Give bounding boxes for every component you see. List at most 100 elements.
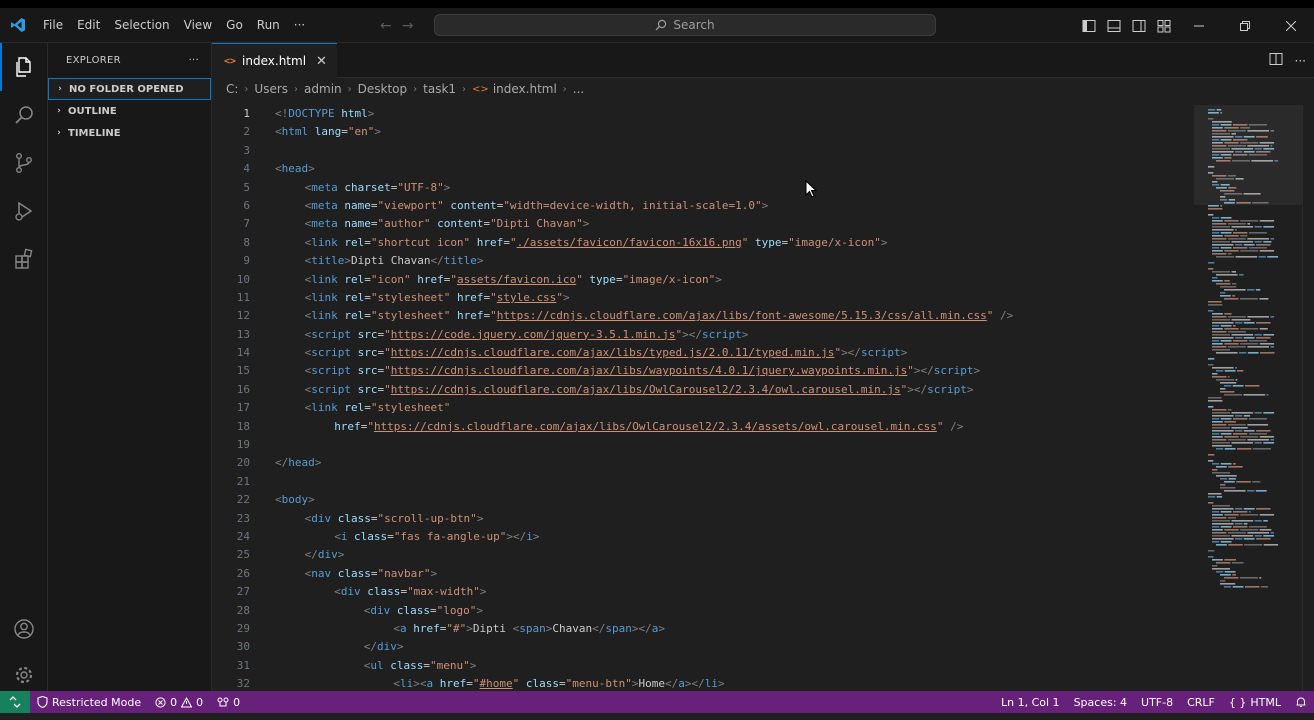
code-line[interactable]: 11 <link rel="stylesheet" href="style.css… xyxy=(212,289,1192,307)
code-line[interactable]: 25 </div> xyxy=(212,546,1192,564)
code-line[interactable]: 3 xyxy=(212,142,1192,160)
code-line[interactable]: 21 xyxy=(212,473,1192,491)
code-line[interactable]: 19 xyxy=(212,436,1192,454)
code-line[interactable]: 5 <meta charset="UTF-8"> xyxy=(212,179,1192,197)
breadcrumb-item[interactable]: ... xyxy=(573,82,584,96)
cursor-position[interactable]: Ln 1, Col 1 xyxy=(994,691,1067,713)
editor-more-actions-icon[interactable]: ··· xyxy=(1295,54,1306,68)
code-token: > xyxy=(562,290,570,304)
minimap-line xyxy=(1224,529,1239,531)
code-line[interactable]: 1 <!DOCTYPE html> xyxy=(212,105,1192,123)
code-token: content xyxy=(430,217,484,231)
code-line[interactable]: 12 <link rel="stylesheet" href="https://c… xyxy=(212,307,1192,325)
command-center-search[interactable]: Search xyxy=(434,14,936,36)
run-and-debug-icon[interactable] xyxy=(0,187,48,235)
code-line[interactable]: 15 <script src="https://cdnjs.cloudflare.… xyxy=(212,362,1192,380)
code-line[interactable]: 6 <meta name="viewport" content="width=de… xyxy=(212,197,1192,215)
breadcrumb-item[interactable]: index.html xyxy=(493,82,557,96)
code-line[interactable]: 31 <ul class="menu"> xyxy=(212,657,1192,675)
menu-go[interactable]: Go xyxy=(219,14,250,36)
accounts-icon[interactable] xyxy=(0,605,48,653)
code-token: > xyxy=(479,585,487,599)
menu-file[interactable]: File xyxy=(36,14,70,36)
code-token: script xyxy=(860,346,901,360)
code-token: script xyxy=(311,346,351,360)
search-view-icon[interactable] xyxy=(0,91,48,139)
vscode-logo-icon[interactable] xyxy=(0,8,36,43)
language-mode[interactable]: { } HTML xyxy=(1222,691,1288,713)
code-line[interactable]: 10 <link rel="icon" href="assets/favicon.… xyxy=(212,271,1192,289)
code-line[interactable]: 16 <script src="https://cdnjs.cloudflare.… xyxy=(212,381,1192,399)
encoding[interactable]: UTF-8 xyxy=(1134,691,1180,713)
code-line[interactable]: 23 <div class="scroll-up-btn"> xyxy=(212,510,1192,528)
source-control-icon[interactable] xyxy=(0,139,48,187)
problems-indicator[interactable]: 0 0 xyxy=(148,691,210,713)
end-of-line[interactable]: CRLF xyxy=(1180,691,1222,713)
code-token: > xyxy=(443,180,451,194)
explorer-icon[interactable] xyxy=(0,43,48,91)
code-line[interactable]: 2 <html lang="en"> xyxy=(212,123,1192,141)
forward-arrow-icon[interactable]: → xyxy=(402,18,414,34)
code-line[interactable]: 7 <meta name="author" content="Dipti Chav… xyxy=(212,215,1192,233)
breadcrumb-item[interactable]: Desktop xyxy=(358,82,408,96)
minimap-line xyxy=(1220,511,1232,513)
code-line[interactable]: 17 <link rel="stylesheet" xyxy=(212,399,1192,417)
toggle-primary-sidebar-icon[interactable] xyxy=(1076,8,1101,43)
remote-indicator-icon[interactable] xyxy=(0,691,30,713)
code-line[interactable]: 22 <body> xyxy=(212,491,1192,509)
back-arrow-icon[interactable]: ← xyxy=(380,18,392,34)
minimap[interactable] xyxy=(1194,105,1302,691)
code-line[interactable]: 9 <title>Dipti Chavan</title> xyxy=(212,252,1192,270)
customize-layout-icon[interactable] xyxy=(1151,8,1176,43)
code-line[interactable]: 30 </div> xyxy=(212,638,1192,656)
minimap-line xyxy=(1263,241,1272,243)
code-token: = xyxy=(615,272,623,286)
code-line[interactable]: 26 <nav class="navbar"> xyxy=(212,565,1192,583)
code-line[interactable]: 4 <head> xyxy=(212,160,1192,178)
section-outline[interactable]: › OUTLINE xyxy=(48,100,211,122)
code-editor[interactable]: 1 <!DOCTYPE html> 2 <html lang="en"> 3 4 <head… xyxy=(212,105,1192,691)
code-line[interactable]: 32 <li><a href="#home" class="menu-btn">H… xyxy=(212,675,1192,691)
close-tab-icon[interactable]: ✕ xyxy=(316,54,327,69)
code-line[interactable]: 28 <div class="logo"> xyxy=(212,602,1192,620)
toggle-secondary-sidebar-icon[interactable] xyxy=(1126,8,1151,43)
close-window-icon[interactable] xyxy=(1268,8,1314,43)
code-token: "image/x-icon" xyxy=(788,235,881,249)
section-timeline[interactable]: › TIMELINE xyxy=(48,122,211,144)
minimap-line xyxy=(1224,436,1239,438)
restricted-mode-indicator[interactable]: Restricted Mode xyxy=(30,691,148,713)
code-line[interactable]: 13 <script src="https://code.jquery.com/j… xyxy=(212,326,1192,344)
breadcrumb-item[interactable]: admin xyxy=(304,82,342,96)
menu-edit[interactable]: Edit xyxy=(70,14,107,36)
menu-run[interactable]: Run xyxy=(250,14,287,36)
breadcrumb-item[interactable]: task1 xyxy=(423,82,456,96)
menu-selection[interactable]: Selection xyxy=(107,14,176,36)
vertical-scrollbar[interactable] xyxy=(1302,105,1314,691)
minimize-icon[interactable] xyxy=(1176,8,1222,43)
breadcrumb-item[interactable]: C: xyxy=(226,82,238,96)
breadcrumb-item[interactable]: Users xyxy=(254,82,288,96)
extensions-icon[interactable] xyxy=(0,235,48,283)
menu-more[interactable]: ··· xyxy=(287,14,312,36)
tab-index-html[interactable]: <> index.html ✕ xyxy=(212,43,337,78)
ports-indicator[interactable]: 0 xyxy=(210,691,247,713)
minimap-line xyxy=(1243,322,1255,324)
toggle-panel-icon[interactable] xyxy=(1101,8,1126,43)
code-line[interactable]: 29 <a href="#">Dipti <span>Chavan</span><… xyxy=(212,620,1192,638)
notifications-bell-icon[interactable] xyxy=(1288,691,1314,713)
code-line[interactable]: 8 <link rel="shortcut icon" href="./asset… xyxy=(212,234,1192,252)
restore-icon[interactable] xyxy=(1222,8,1268,43)
code-line[interactable]: 18 href="https://cdnjs.cloudflare.com/aja… xyxy=(212,418,1192,436)
line-source: <!DOCTYPE html> xyxy=(275,105,374,123)
code-line[interactable]: 24 <i class="fas fa-angle-up"></i> xyxy=(212,528,1192,546)
indentation[interactable]: Spaces: 4 xyxy=(1067,691,1134,713)
code-line[interactable]: 27 <div class="max-width"> xyxy=(212,583,1192,601)
section-label: NO FOLDER OPENED xyxy=(69,83,184,95)
minimap-line xyxy=(1208,397,1222,399)
split-editor-icon[interactable] xyxy=(1269,52,1283,69)
section-no-folder-opened[interactable]: › NO FOLDER OPENED xyxy=(48,78,211,100)
menu-view[interactable]: View xyxy=(177,14,219,36)
code-line[interactable]: 14 <script src="https://cdnjs.cloudflare.… xyxy=(212,344,1192,362)
explorer-more-actions[interactable]: ··· xyxy=(189,55,199,66)
code-line[interactable]: 20 </head> xyxy=(212,454,1192,472)
